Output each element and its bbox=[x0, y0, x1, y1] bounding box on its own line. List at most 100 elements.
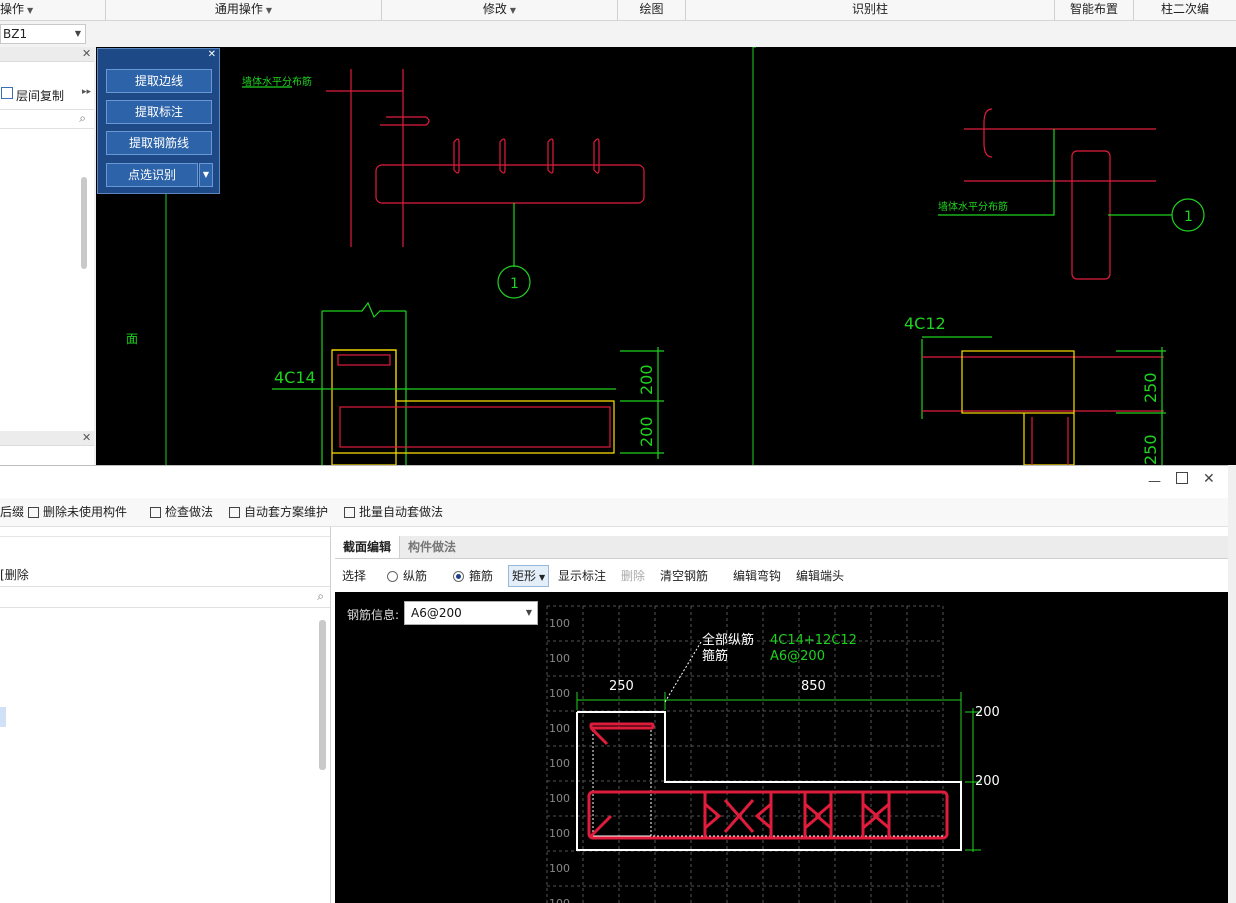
stirrup-text-value: A6@200 bbox=[770, 649, 825, 664]
more-icon[interactable]: ▸▸ bbox=[82, 87, 91, 97]
ribbon-group-label: 柱二次编 bbox=[1160, 2, 1209, 16]
cad-marker-left: 1 bbox=[510, 276, 519, 292]
leader-line bbox=[664, 641, 702, 703]
close-icon[interactable]: ✕ bbox=[208, 49, 216, 60]
dim-right-top: 200 bbox=[975, 705, 1000, 720]
ribbon-group-modify[interactable]: 修改 ▼ bbox=[382, 0, 618, 20]
clear-rebar-button[interactable]: 清空钢筋 bbox=[660, 568, 708, 584]
dialog-left-pane: [删除 ⌕ bbox=[0, 527, 331, 903]
cad-note-right: 墙体水平分布筋 bbox=[938, 200, 1008, 213]
auto-scheme-button[interactable]: 自动套方案维护 bbox=[229, 504, 328, 520]
edit-hook-button[interactable]: 编辑弯钩 bbox=[733, 568, 781, 584]
maximize-icon[interactable] bbox=[1176, 472, 1188, 484]
component-dialog: — ✕ 后缀 删除未使用构件 检查做法 自动套方案维护 批量自动套做法 [删除 … bbox=[0, 465, 1228, 903]
section-right bbox=[921, 336, 1166, 465]
scrollbar-thumb[interactable] bbox=[81, 177, 87, 269]
close-icon[interactable]: ✕ bbox=[82, 47, 91, 60]
floor-copy-label: 层间复制 bbox=[16, 89, 65, 103]
ribbon-group-draw[interactable]: 绘图 bbox=[618, 0, 686, 20]
cad-dim-250a: 250 bbox=[1141, 372, 1160, 403]
extract-edge-button[interactable]: 提取边线 bbox=[106, 69, 212, 93]
chevron-down-icon: ▼ bbox=[539, 573, 546, 582]
scrollbar-thumb[interactable] bbox=[319, 620, 326, 770]
dim-right-bottom: 200 bbox=[975, 774, 1000, 789]
ribbon-group-label: 操作 bbox=[0, 2, 25, 16]
check-method-button[interactable]: 检查做法 bbox=[150, 504, 213, 520]
grid-label: 100 bbox=[549, 792, 570, 805]
ribbon-group-smart-layout[interactable]: 智能布置 bbox=[1055, 0, 1134, 20]
chevron-down-icon: ▼ bbox=[74, 29, 81, 38]
wall-detail-right bbox=[938, 108, 1205, 280]
extract-rebar-button[interactable]: 提取钢筋线 bbox=[106, 131, 212, 155]
cad-dim-250b: 250 bbox=[1141, 434, 1160, 465]
grid-label: 100 bbox=[549, 897, 570, 903]
left-panel-header bbox=[0, 47, 94, 62]
point-identify-button[interactable]: 点选识别 bbox=[106, 163, 198, 187]
dialog-toolbar: 后缀 删除未使用构件 检查做法 自动套方案维护 批量自动套做法 bbox=[0, 498, 1228, 527]
left-search-input[interactable]: ⌕ bbox=[0, 109, 94, 129]
delete-button[interactable]: 删除 bbox=[621, 568, 645, 584]
chevron-down-icon: ▼ bbox=[27, 6, 34, 15]
component-select-value: BZ1 bbox=[3, 27, 28, 41]
show-label-button[interactable]: 显示标注 bbox=[558, 568, 606, 584]
cad-drawing-area[interactable]: 墙体水平分布筋 墙体水平分布筋 1 1 4C14 4C12 面 200 200 … bbox=[96, 47, 1236, 465]
selected-item-marker[interactable] bbox=[0, 707, 6, 727]
stirrup-text-label: 箍筋 bbox=[702, 648, 728, 664]
dim-top-right: 850 bbox=[801, 679, 826, 694]
cad-rebar-left: 4C14 bbox=[274, 368, 316, 387]
separator-lines bbox=[165, 47, 756, 465]
stirrup-radio[interactable]: 箍筋 bbox=[453, 568, 493, 584]
grid-label: 100 bbox=[549, 722, 570, 735]
check-method-label: 检查做法 bbox=[165, 505, 214, 519]
ribbon-group-column-secondary[interactable]: 柱二次编 bbox=[1134, 0, 1236, 20]
extract-label-button[interactable]: 提取标注 bbox=[106, 100, 212, 124]
left-pane-search-input[interactable]: ⌕ bbox=[0, 586, 330, 608]
radio-icon bbox=[387, 571, 398, 582]
grid-label: 100 bbox=[549, 757, 570, 770]
all-long-value: 4C14+12C12 bbox=[770, 633, 857, 648]
delete-unused-button[interactable]: 删除未使用构件 bbox=[28, 504, 127, 520]
longitudinal-radio[interactable]: 纵筋 bbox=[387, 568, 427, 584]
cad-vertical-text: 面 bbox=[126, 332, 138, 346]
ribbon-group-label: 通用操作 bbox=[214, 2, 263, 16]
cad-dim-200b: 200 bbox=[637, 416, 656, 447]
edit-end-button[interactable]: 编辑端头 bbox=[796, 568, 844, 584]
ribbon-group-label: 识别柱 bbox=[851, 2, 888, 16]
cad-marker-right: 1 bbox=[1184, 209, 1193, 225]
dialog-title-bar: — ✕ bbox=[0, 466, 1228, 498]
left-delete-button[interactable]: [删除 bbox=[0, 566, 29, 583]
shape-dropdown[interactable]: 矩形 ▼ bbox=[508, 565, 550, 587]
section-drawing: 100 100 100 100 100 100 100 100 100 bbox=[546, 605, 1000, 903]
chevron-down-icon: ▼ bbox=[265, 6, 273, 15]
cad-rebar-right: 4C12 bbox=[904, 314, 946, 333]
grid-label: 100 bbox=[549, 827, 570, 840]
tab-section-edit[interactable]: 截面编辑 bbox=[335, 536, 401, 558]
batch-apply-button[interactable]: 批量自动套做法 bbox=[344, 504, 443, 520]
batch-apply-label: 批量自动套做法 bbox=[359, 505, 444, 519]
chevron-down-icon[interactable]: ▼ bbox=[199, 163, 213, 187]
close-icon[interactable]: ✕ bbox=[1203, 471, 1215, 487]
ribbon-group-label: 绘图 bbox=[639, 2, 664, 16]
cad-drawing: 墙体水平分布筋 墙体水平分布筋 1 1 4C14 4C12 面 200 200 … bbox=[126, 47, 1205, 465]
wall-detail-left bbox=[242, 69, 645, 299]
ribbon-group-operate[interactable]: 操作 ▼ bbox=[0, 0, 106, 20]
left-pane-header bbox=[0, 536, 330, 553]
grid-label: 100 bbox=[549, 687, 570, 700]
tab-component-method[interactable]: 构件做法 bbox=[400, 536, 464, 558]
minimize-icon[interactable]: — bbox=[1148, 474, 1161, 489]
search-icon: ⌕ bbox=[79, 111, 86, 125]
cad-text: 墙体水平分布筋 墙体水平分布筋 1 1 4C14 4C12 面 200 200 … bbox=[126, 75, 1193, 465]
select-button[interactable]: 选择 bbox=[342, 568, 366, 584]
floor-copy-button[interactable]: 层间复制 ▸▸ bbox=[0, 85, 94, 105]
shape-label: 矩形 bbox=[512, 569, 537, 583]
suffix-button[interactable]: 后缀 bbox=[0, 504, 24, 520]
grid-label: 100 bbox=[549, 862, 570, 875]
section-editor-canvas[interactable]: 钢筋信息: A6@200 ▼ 1001001001001001001001001… bbox=[335, 592, 1228, 903]
component-select[interactable]: BZ1 ▼ bbox=[0, 24, 86, 44]
dim-top-left: 250 bbox=[609, 679, 634, 694]
ribbon-group-common[interactable]: 通用操作 ▼ bbox=[106, 0, 382, 20]
grid-label: 100 bbox=[549, 617, 570, 630]
close-icon[interactable]: ✕ bbox=[82, 431, 91, 444]
list-delete-icon bbox=[28, 507, 39, 518]
ribbon-group-identify-column[interactable]: 识别柱 bbox=[686, 0, 1055, 20]
